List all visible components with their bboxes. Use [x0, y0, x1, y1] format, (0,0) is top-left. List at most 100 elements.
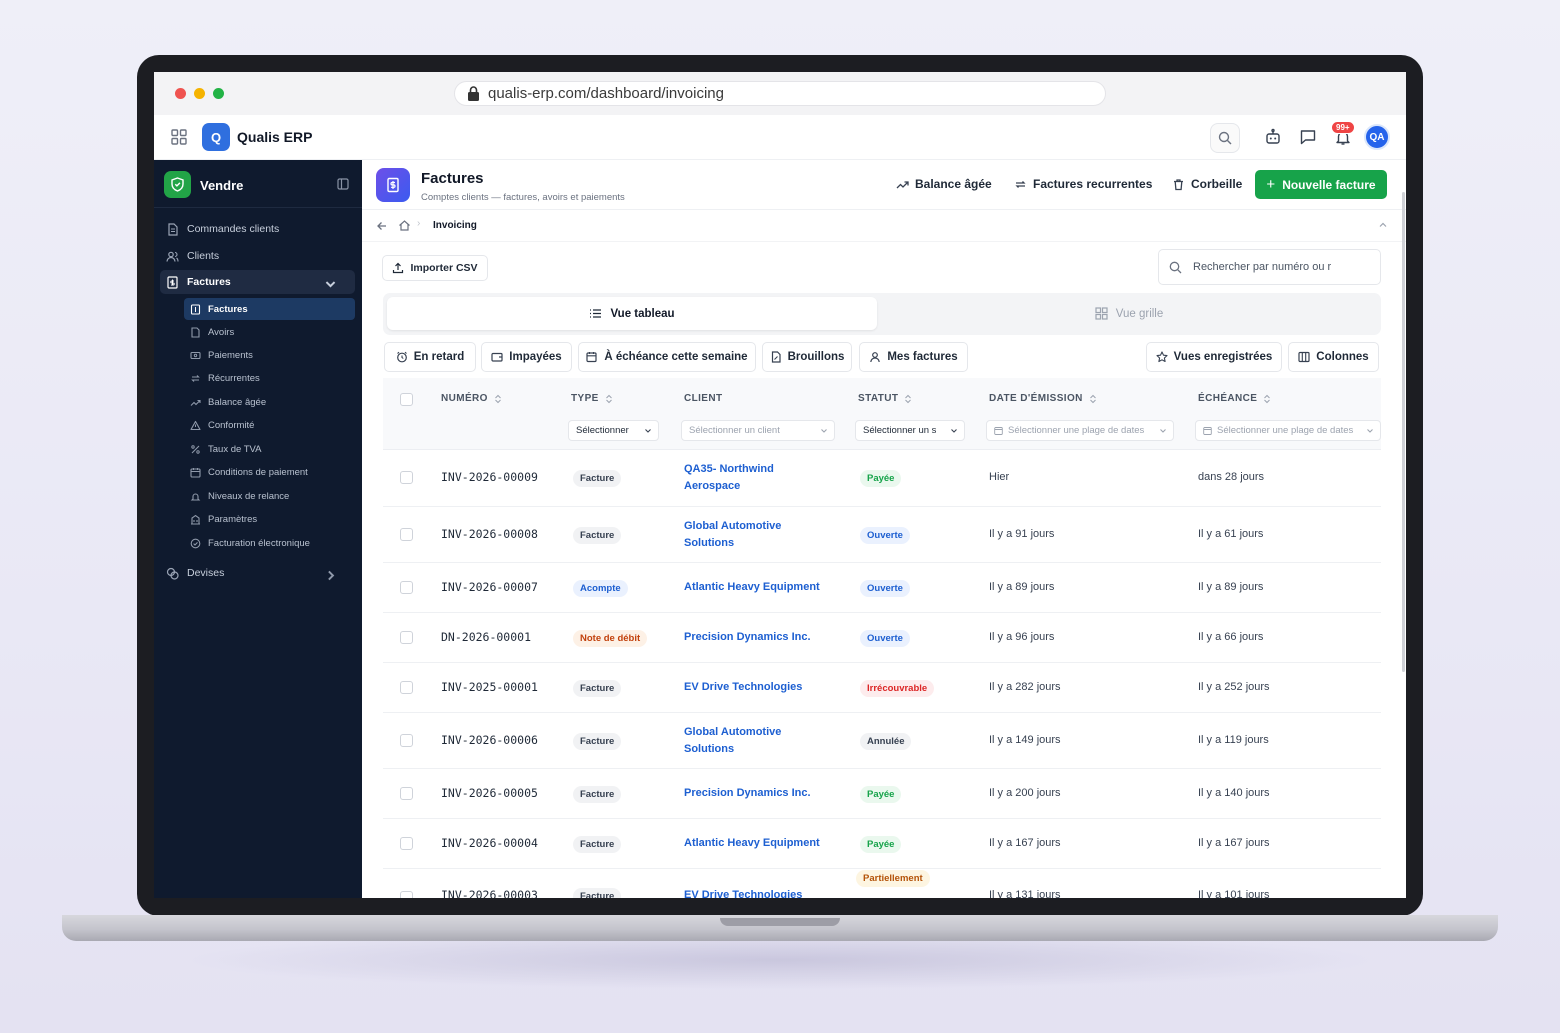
filter-chip-mes-factures[interactable]: Mes factures — [859, 342, 968, 372]
column-header-echeance[interactable]: ÉCHÉANCE — [1198, 393, 1271, 404]
column-header-client[interactable]: CLIENT — [684, 393, 723, 404]
table-row[interactable]: INV-2026-00008 Facture Global Automotive… — [383, 507, 1381, 563]
row-checkbox[interactable] — [400, 681, 413, 694]
sidebar-subitem-avoirs[interactable]: Avoirs — [184, 321, 355, 343]
client-link[interactable]: Precision Dynamics Inc. — [684, 785, 854, 802]
table-view-tab[interactable]: Vue tableau — [387, 297, 877, 330]
close-window-dot[interactable] — [175, 88, 186, 99]
sidebar-subitem-label: Paramètres — [208, 513, 258, 525]
issue-date-range-filter[interactable]: Sélectionner une plage de dates — [986, 420, 1174, 441]
maximize-window-dot[interactable] — [213, 88, 224, 99]
row-checkbox[interactable] — [400, 837, 413, 850]
sidebar-subitem-facturation-electronique[interactable]: Facturation électronique — [184, 532, 355, 554]
column-header-date-emission[interactable]: DATE D'ÉMISSION — [989, 393, 1097, 404]
due-date: Il y a 252 jours — [1198, 681, 1270, 693]
client-filter-select[interactable]: Sélectionner un client — [681, 420, 835, 441]
sidebar-subitem-conditions-paiement[interactable]: Conditions de paiement — [184, 461, 355, 483]
client-link[interactable]: EV Drive Technologies — [684, 887, 854, 898]
grid-view-tab[interactable]: Vue grille — [881, 297, 1377, 330]
table-row[interactable]: INV-2026-00004 Facture Atlantic Heavy Eq… — [383, 819, 1381, 869]
due-date-range-filter[interactable]: Sélectionner une plage de dates — [1195, 420, 1381, 441]
invoice-number[interactable]: INV-2026-00009 — [441, 470, 538, 484]
invoice-number[interactable]: DN-2026-00001 — [441, 630, 531, 644]
new-invoice-button[interactable]: + Nouvelle facture — [1255, 170, 1387, 199]
table-row[interactable]: INV-2025-00001 Facture EV Drive Technolo… — [383, 663, 1381, 713]
columns-button[interactable]: Colonnes — [1288, 342, 1379, 372]
sidebar-subitem-factures[interactable]: Factures — [184, 298, 355, 320]
client-link[interactable]: Atlantic Heavy Equipment — [684, 579, 854, 596]
sidebar-subitem-balance-agee[interactable]: Balance âgée — [184, 391, 355, 413]
invoice-number[interactable]: INV-2026-00003 — [441, 888, 538, 898]
filter-chip-impayees[interactable]: Impayées — [481, 342, 572, 372]
row-checkbox[interactable] — [400, 734, 413, 747]
global-search-button[interactable] — [1210, 123, 1240, 153]
select-all-checkbox[interactable] — [400, 393, 413, 406]
sidebar-item-clients[interactable]: Clients — [160, 244, 355, 268]
page-scrollbar[interactable] — [1402, 192, 1405, 672]
sidebar-subitem-niveaux-relance[interactable]: Niveaux de relance — [184, 485, 355, 507]
column-header-numero[interactable]: NUMÉRO — [441, 393, 502, 404]
robot-icon[interactable] — [1264, 128, 1282, 146]
arrow-left-icon[interactable] — [376, 220, 388, 232]
sidebar-subitem-parametres[interactable]: Paramètres — [184, 508, 355, 530]
status-filter-select[interactable]: Sélectionner un s — [855, 420, 965, 441]
saved-views-button[interactable]: Vues enregistrées — [1146, 342, 1282, 372]
sidebar-subitem-taux-tva[interactable]: Taux de TVA — [184, 438, 355, 460]
trash-button[interactable]: Corbeille — [1172, 177, 1242, 191]
sidebar-subitem-recurrentes[interactable]: Récurrentes — [184, 367, 355, 389]
row-checkbox[interactable] — [400, 891, 413, 898]
sidebar-subitem-conformite[interactable]: Conformité — [184, 414, 355, 436]
minimize-window-dot[interactable] — [194, 88, 205, 99]
client-link[interactable]: EV Drive Technologies — [684, 679, 854, 696]
filter-chip-en-retard[interactable]: En retard — [384, 342, 476, 372]
sidebar-collapse-icon[interactable] — [337, 178, 349, 190]
type-filter-select[interactable]: Sélectionner — [568, 420, 659, 441]
chat-icon[interactable] — [1299, 128, 1317, 146]
table-row[interactable]: INV-2026-00007 Acompte Atlantic Heavy Eq… — [383, 563, 1381, 613]
breadcrumb: › Invoicing — [362, 210, 1406, 242]
app-name[interactable]: Qualis ERP — [237, 129, 312, 145]
invoice-number[interactable]: INV-2026-00006 — [441, 733, 538, 747]
column-header-statut[interactable]: STATUT — [858, 393, 912, 404]
column-header-type[interactable]: TYPE — [571, 393, 613, 404]
import-csv-button[interactable]: Importer CSV — [382, 255, 488, 281]
sidebar-subitem-label: Paiements — [208, 349, 253, 361]
app-grid-icon[interactable] — [171, 129, 187, 145]
due-date: dans 28 jours — [1198, 471, 1265, 483]
table-row[interactable]: INV-2026-00009 Facture QA35- Northwind A… — [383, 450, 1381, 507]
home-icon[interactable] — [398, 219, 411, 232]
sidebar-item-factures[interactable]: Factures — [160, 270, 355, 294]
row-checkbox[interactable] — [400, 581, 413, 594]
invoice-search-input[interactable]: Rechercher par numéro ou r — [1158, 249, 1381, 285]
app-logo[interactable]: Q — [202, 123, 230, 151]
row-checkbox[interactable] — [400, 787, 413, 800]
row-checkbox[interactable] — [400, 471, 413, 484]
user-avatar[interactable]: QA — [1364, 124, 1390, 150]
client-link[interactable]: Global Automotive Solutions — [684, 724, 814, 758]
invoice-number[interactable]: INV-2026-00004 — [441, 836, 538, 850]
table-row[interactable]: INV-2026-00005 Facture Precision Dynamic… — [383, 769, 1381, 819]
filter-chip-echeance-semaine[interactable]: À échéance cette semaine — [578, 342, 756, 372]
sidebar-subitem-paiements[interactable]: Paiements — [184, 344, 355, 366]
invoice-number[interactable]: INV-2026-00008 — [441, 527, 538, 541]
invoice-number[interactable]: INV-2026-00007 — [441, 580, 538, 594]
filter-chip-brouillons[interactable]: Brouillons — [762, 342, 852, 372]
invoice-number[interactable]: INV-2026-00005 — [441, 786, 538, 800]
address-bar[interactable]: qualis-erp.com/dashboard/invoicing — [454, 81, 1106, 106]
sidebar-item-commandes-clients[interactable]: Commandes clients — [160, 217, 355, 241]
client-link[interactable]: Precision Dynamics Inc. — [684, 629, 854, 646]
client-link[interactable]: QA35- Northwind Aerospace — [684, 461, 814, 495]
row-checkbox[interactable] — [400, 631, 413, 644]
sidebar-item-devises[interactable]: Devises — [160, 561, 355, 585]
table-row[interactable]: DN-2026-00001 Note de débit Precision Dy… — [383, 613, 1381, 663]
row-checkbox[interactable] — [400, 528, 413, 541]
aging-balance-button[interactable]: Balance âgée — [896, 177, 992, 191]
sidebar-subitem-label: Factures — [208, 303, 248, 315]
invoice-number[interactable]: INV-2025-00001 — [441, 680, 538, 694]
table-row[interactable]: INV-2026-00003 Facture EV Drive Technolo… — [383, 869, 1381, 898]
client-link[interactable]: Atlantic Heavy Equipment — [684, 835, 854, 852]
client-link[interactable]: Global Automotive Solutions — [684, 518, 814, 552]
recurring-invoices-button[interactable]: Factures recurrentes — [1014, 177, 1152, 191]
table-row[interactable]: INV-2026-00006 Facture Global Automotive… — [383, 713, 1381, 769]
chevron-up-icon[interactable] — [1378, 220, 1388, 230]
